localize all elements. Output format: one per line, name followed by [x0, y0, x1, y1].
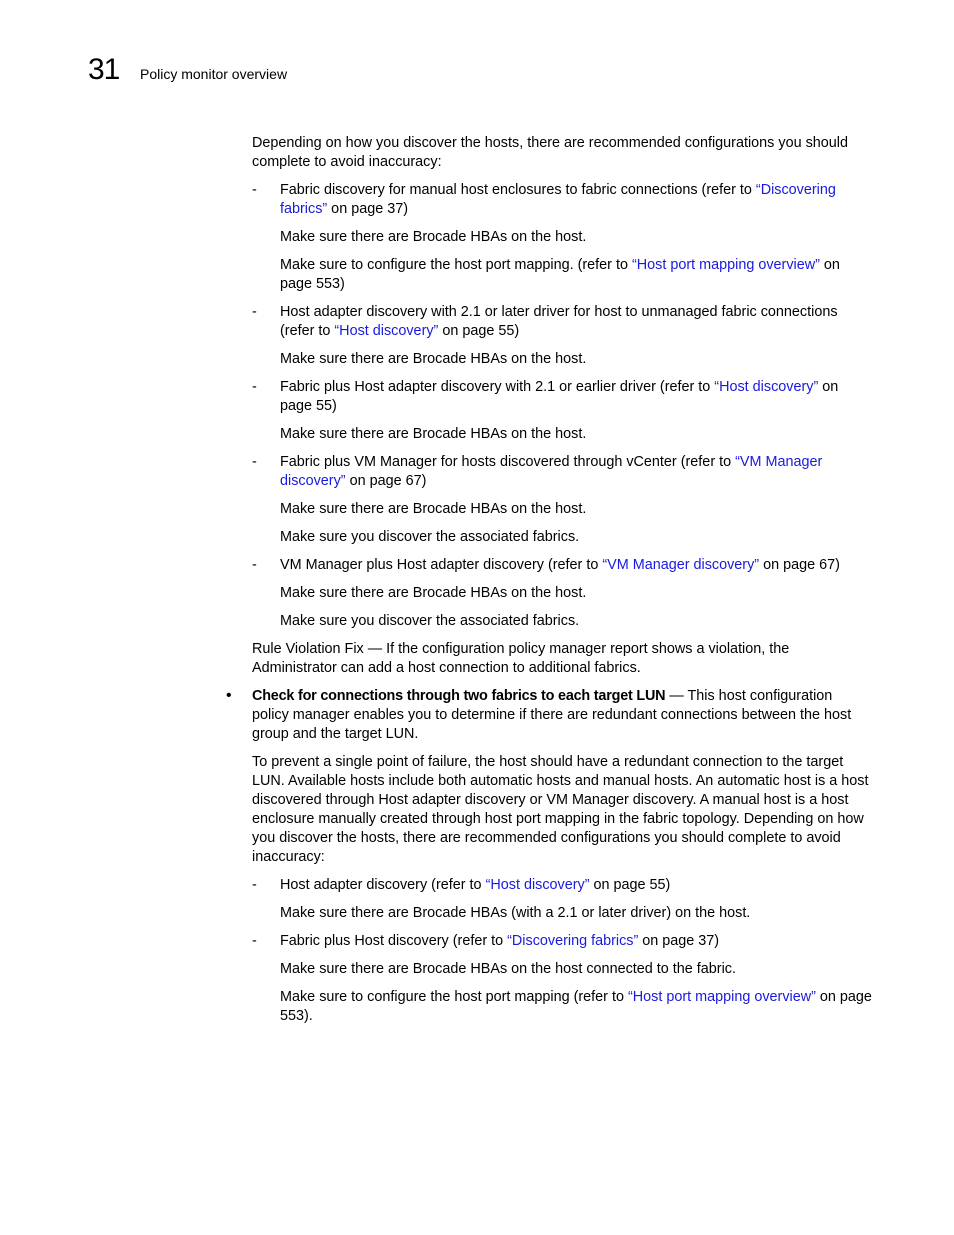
- item-note: Make sure you discover the associated fa…: [252, 528, 872, 547]
- section1-intro: Depending on how you discover the hosts,…: [252, 135, 848, 170]
- chapter-title: Policy monitor overview: [140, 66, 288, 82]
- item-note: Make sure there are Brocade HBAs on the …: [252, 425, 872, 444]
- list-item: - Fabric plus Host adapter discovery with…: [252, 378, 872, 416]
- note-text: Make sure you discover the associated fa…: [280, 613, 580, 629]
- list-item: - Fabric plus Host discovery (refer to “D…: [252, 932, 872, 951]
- item-note: Make sure there are Brocade HBAs on the …: [252, 960, 872, 979]
- note-text: Make sure there are Brocade HBAs on the …: [280, 501, 587, 517]
- note-text: Make sure there are Brocade HBAs (with a…: [280, 905, 751, 921]
- page-content: Depending on how you discover the hosts,…: [226, 134, 872, 1035]
- item-note: Make sure there are Brocade HBAs on the …: [252, 228, 872, 247]
- section2-list: - Host adapter discovery (refer to “Host …: [252, 876, 872, 1026]
- item-note: Make sure there are Brocade HBAs on the …: [252, 500, 872, 519]
- item-page-ref: on page 55): [589, 877, 671, 893]
- cross-reference-link[interactable]: “Host port mapping overview”: [632, 257, 820, 273]
- rule-violation-fix: Rule Violation Fix — If the configuratio…: [252, 641, 790, 676]
- cross-reference-link[interactable]: “Host discovery”: [714, 379, 818, 395]
- bullet-title: Check for connections through two fabric…: [252, 688, 666, 704]
- item-page-ref: on page 67): [759, 557, 840, 573]
- note-text: Make sure there are Brocade HBAs on the …: [280, 961, 736, 977]
- cross-reference-link[interactable]: “Host discovery”: [334, 323, 438, 339]
- list-item: - Fabric discovery for manual host enclos…: [252, 181, 872, 219]
- item-note: Make sure you discover the associated fa…: [252, 612, 872, 631]
- dash-icon: -: [252, 933, 257, 949]
- item-note: Make sure to configure the host port map…: [252, 988, 872, 1026]
- bullet-item-two-fabrics: • Check for connections through two fabr…: [226, 687, 872, 744]
- item-page-ref: on page 37): [327, 201, 409, 217]
- section1-list: - Fabric discovery for manual host enclos…: [252, 181, 872, 631]
- list-item: - Host adapter discovery with 2.1 or late…: [252, 303, 872, 341]
- item-text: Host adapter discovery (refer to: [280, 877, 486, 893]
- note-text: Make sure you discover the associated fa…: [280, 529, 580, 545]
- item-note: Make sure there are Brocade HBAs on the …: [252, 350, 872, 369]
- note-text: Make sure there are Brocade HBAs on the …: [280, 585, 587, 601]
- item-note: Make sure to configure the host port map…: [252, 256, 872, 294]
- cross-reference-link[interactable]: “VM Manager discovery”: [602, 557, 759, 573]
- section2-para: To prevent a single point of failure, th…: [252, 754, 869, 865]
- cross-reference-link[interactable]: “Host port mapping overview”: [628, 989, 816, 1005]
- note-text: Make sure there are Brocade HBAs on the …: [280, 229, 587, 245]
- dash-icon: -: [252, 182, 257, 198]
- cross-reference-link[interactable]: “Discovering fabrics”: [507, 933, 638, 949]
- bullet-icon: •: [226, 687, 232, 704]
- item-note: Make sure there are Brocade HBAs (with a…: [252, 904, 872, 923]
- note-text: Make sure to configure the host port map…: [280, 257, 632, 273]
- note-text: Make sure there are Brocade HBAs on the …: [280, 426, 587, 442]
- item-text: VM Manager plus Host adapter discovery (…: [280, 557, 603, 573]
- list-item: - Fabric plus VM Manager for hosts discov…: [252, 453, 872, 491]
- item-text: Fabric discovery for manual host enclosu…: [280, 182, 756, 198]
- note-text: Make sure to configure the host port map…: [280, 989, 628, 1005]
- dash-icon: -: [252, 877, 257, 893]
- item-text: Fabric plus Host discovery (refer to: [280, 933, 508, 949]
- dash-icon: -: [252, 557, 257, 573]
- item-text: Fabric plus Host adapter discovery with …: [280, 379, 715, 395]
- item-page-ref: on page 55): [438, 323, 520, 339]
- chapter-number: 31: [88, 53, 120, 86]
- cross-reference-link[interactable]: “Host discovery”: [486, 877, 590, 893]
- item-note: Make sure there are Brocade HBAs on the …: [252, 584, 872, 603]
- note-text: Make sure there are Brocade HBAs on the …: [280, 351, 587, 367]
- item-page-ref: on page 37): [638, 933, 720, 949]
- item-page-ref: on page 67): [345, 473, 427, 489]
- list-item: - Host adapter discovery (refer to “Host …: [252, 876, 872, 895]
- dash-icon: -: [252, 379, 257, 395]
- dash-icon: -: [252, 454, 257, 470]
- dash-icon: -: [252, 304, 257, 320]
- list-item: - VM Manager plus Host adapter discovery …: [252, 556, 872, 575]
- item-text: Fabric plus VM Manager for hosts discove…: [280, 454, 736, 470]
